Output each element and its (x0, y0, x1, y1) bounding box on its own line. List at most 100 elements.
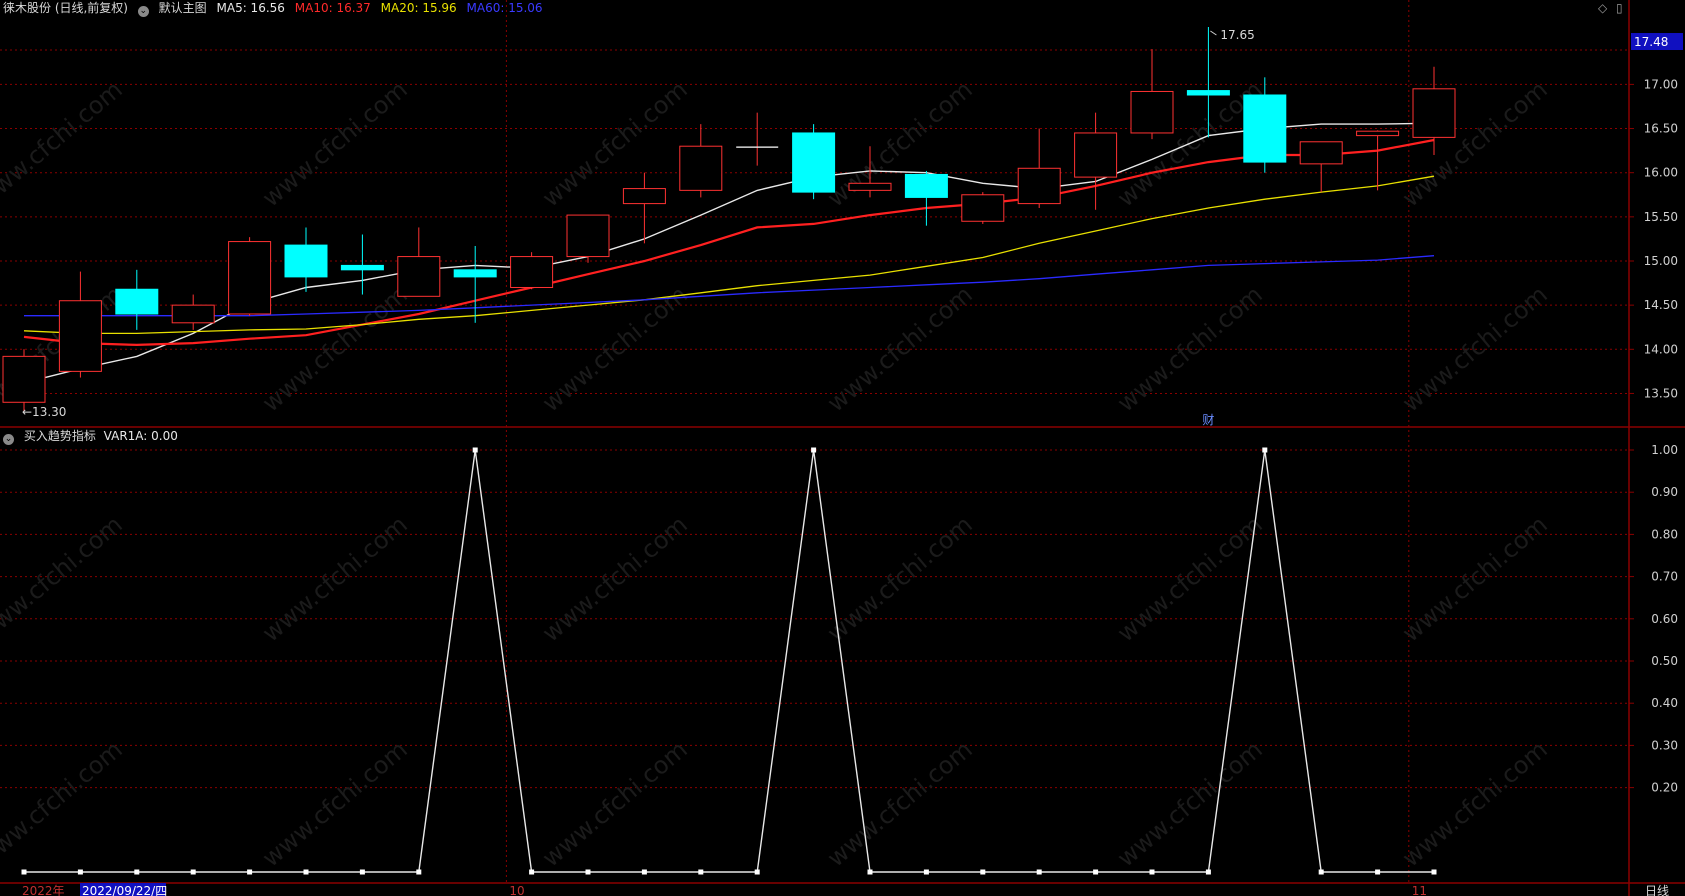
candle (2, 349, 46, 412)
watermark-text: www.cfchi.com (537, 735, 693, 872)
watermark-text: www.cfchi.com (1397, 735, 1553, 872)
candle-body-up (58, 300, 102, 372)
candle (115, 269, 159, 330)
candle-body-up (1017, 167, 1061, 205)
candle-body-down (792, 132, 836, 193)
high-price-label: 17.65 (1220, 28, 1254, 42)
watermark-text: www.cfchi.com (257, 735, 413, 872)
ma5-label: MA5: 16.56 (216, 1, 285, 15)
var1a-point (641, 869, 647, 875)
main-chart-label[interactable]: 默认主图 (159, 1, 207, 15)
candle (792, 124, 836, 200)
main-axis-label: 14.50 (1644, 298, 1678, 312)
low-price-label: ←13.30 (22, 405, 66, 419)
var1a-point (1149, 869, 1155, 875)
candle (1074, 112, 1118, 210)
candle-body-up (228, 241, 272, 315)
candle (510, 252, 554, 290)
candle-body-up (848, 182, 892, 191)
candle (1299, 141, 1343, 193)
var1a-point (754, 869, 760, 875)
finance-marker: 财 (1202, 413, 1214, 427)
candle (228, 237, 272, 316)
candle-body-up (1074, 132, 1118, 178)
high-marker-arrow (1210, 30, 1217, 36)
watermark-text: www.cfchi.com (537, 510, 693, 647)
var1a-point (811, 447, 817, 453)
var1a-point (21, 869, 27, 875)
candle-body-down (115, 288, 159, 315)
watermark-text: www.cfchi.com (822, 75, 978, 212)
month-label-11: 11 (1412, 884, 1427, 896)
month-label-10: 10 (509, 884, 524, 896)
var1a-label: VAR1A: 0.00 (103, 429, 178, 443)
candle-body-up (1130, 90, 1174, 134)
year-label: 2022年 (22, 884, 65, 896)
var1a-point (303, 869, 309, 875)
candle-body-down (1186, 90, 1230, 96)
ma10-label: MA10: 16.37 (294, 1, 371, 15)
cursor-date-label: 2022/09/22/四 (82, 884, 167, 896)
watermark-text: www.cfchi.com (257, 75, 413, 212)
indicator-settings-icon[interactable]: ⌄ (3, 434, 14, 445)
indicator-axis-label: 0.40 (1651, 696, 1678, 710)
var1a-point (1205, 869, 1211, 875)
main-axis-label: 17.00 (1644, 77, 1678, 91)
annotation-layer: 17.65 ←13.30 财 (22, 28, 1255, 427)
indicator-axis-label: 0.30 (1651, 738, 1678, 752)
stock-title[interactable]: 徕木股份 (日线,前复权) (3, 1, 128, 15)
candle-body-down (340, 264, 384, 271)
main-axis-label: 16.00 (1644, 166, 1678, 180)
var1a-point (1262, 447, 1268, 453)
var1a-point (1318, 869, 1324, 875)
watermark-text: www.cfchi.com (1397, 510, 1553, 647)
candle-body-down (1243, 94, 1287, 163)
diamond-icon[interactable]: ◇ (1598, 1, 1607, 15)
var1a-point (698, 869, 704, 875)
indicator-axis-label: 0.90 (1651, 485, 1678, 499)
candle (1356, 130, 1400, 191)
indicator-axis-label: 0.60 (1651, 612, 1678, 626)
candle (736, 112, 779, 166)
var1a-point (1431, 869, 1437, 875)
var1a-point (472, 447, 478, 453)
var1a-point (416, 869, 422, 875)
chart-canvas: www.cfchi.com www.cfchi.com www.cfchi.com w… (0, 0, 1685, 896)
main-axis-label: 13.50 (1644, 386, 1678, 400)
candle (1017, 128, 1061, 209)
ma20-label: MA20: 15.96 (380, 1, 457, 15)
var1a-point (1093, 869, 1099, 875)
var1a-point (980, 869, 986, 875)
candle (58, 271, 102, 378)
watermark-text: www.cfchi.com (822, 510, 978, 647)
main-axis-label: 15.00 (1644, 254, 1678, 268)
candle-body-up (397, 256, 441, 297)
var1a-point (529, 869, 535, 875)
var1a-point (867, 869, 873, 875)
window-icon[interactable]: ▯ (1616, 1, 1623, 15)
candle (961, 192, 1005, 224)
indicator-axis-label: 0.20 (1651, 781, 1678, 795)
watermark-layer: www.cfchi.com www.cfchi.com www.cfchi.com w… (0, 75, 1553, 872)
watermark-text: www.cfchi.com (1112, 735, 1268, 872)
current-price-tag: 17.48 (1634, 35, 1668, 49)
watermark-text: www.cfchi.com (0, 735, 128, 872)
var1a-point (77, 869, 83, 875)
candle-body-up (1412, 88, 1456, 138)
candle-body-down (453, 269, 497, 278)
candle (171, 294, 215, 330)
candle-body-up (171, 304, 215, 324)
indicator-axis-label: 0.50 (1651, 654, 1678, 668)
var1a-point (247, 869, 253, 875)
var1a-point (585, 869, 591, 875)
candle (453, 245, 497, 323)
indicator-axis-label: 0.70 (1651, 570, 1678, 584)
indicator-title[interactable]: 买入趋势指标 (24, 429, 96, 443)
settings-icon[interactable]: ⌄ (137, 6, 149, 17)
watermark-text: www.cfchi.com (537, 75, 693, 212)
var1a-point (1036, 869, 1042, 875)
candle (679, 124, 723, 198)
period-button[interactable]: 日线 (1645, 884, 1669, 896)
candle-body-up (961, 194, 1005, 222)
candle-body-down (284, 244, 328, 278)
